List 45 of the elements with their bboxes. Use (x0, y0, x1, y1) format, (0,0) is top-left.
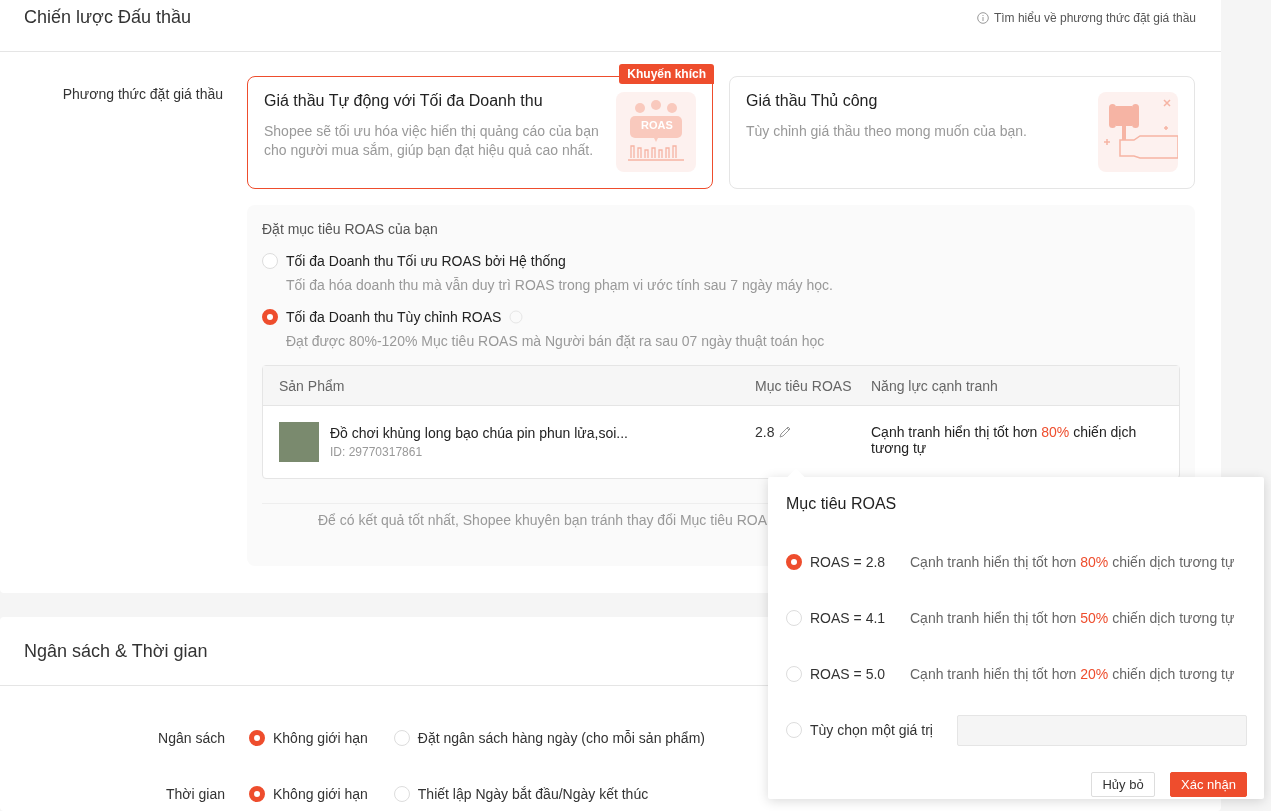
bid-method-title: Giá thầu Thủ công (746, 92, 879, 110)
option-description: Đạt được 80%-120% Mục tiêu ROAS mà Người bán đặt ra sau 07 ngày thuật toán học (286, 333, 826, 349)
option-label: ROAS = 5.0 (810, 666, 887, 682)
competitiveness-text: Cạnh tranh hiển thị tốt hơn 50% chiến dịch tương tự (910, 610, 1235, 626)
panel-title: Đặt mục tiêu ROAS của bạn (262, 221, 439, 237)
radio-button[interactable] (786, 554, 802, 570)
section-title: Ngân sách & Thời gian (24, 640, 208, 662)
illustration-text: ROAS (641, 119, 671, 131)
column-header: Sản Phẩm (278, 377, 346, 394)
confirm-button[interactable]: Xác nhận (1170, 772, 1247, 797)
option-description: Tối đa hóa doanh thu mà vẫn duy trì ROAS trong phạm vi ước tính sau 7 ngày máy học. (286, 277, 834, 293)
bid-method-description: Tùy chỉnh giá thầu theo mong muốn của bạn. (746, 122, 1028, 141)
input-field[interactable] (957, 714, 1247, 746)
recommended-badge: Khuyến khích (619, 64, 714, 84)
bid-method-title: Giá thầu Tự động với Tối đa Doanh thu (264, 92, 544, 110)
bid-method-description: Shopee sẽ tối ưu hóa việc hiển thị quảng cáo của bạn cho người mua sắm, giúp bạn đạt hiệu quả cao nhất. (264, 122, 600, 160)
roas-value: 2.8 (755, 424, 775, 440)
cancel-button[interactable]: Hủy bỏ (1091, 772, 1156, 797)
option-label: Tùy chọn một giá trị (810, 722, 934, 738)
option-label: Không giới hạn (273, 730, 368, 746)
column-header: Mục tiêu ROAS (754, 377, 853, 394)
option-label: Không giới hạn (273, 786, 368, 802)
radio-button[interactable] (249, 786, 265, 802)
option-label: Thiết lập Ngày bắt đầu/Ngày kết thúc (417, 786, 649, 802)
photo-placeholder (279, 422, 319, 462)
field-label: Ngân sách (157, 730, 225, 746)
competitiveness-text: Cạnh tranh hiển thị tốt hơn 80% chiến dịch tương tự (910, 554, 1235, 570)
competitiveness-text: Cạnh tranh hiển thị tốt hơn 20% chiến dịch tương tự (910, 666, 1235, 682)
column-header: Năng lực cạnh tranh (871, 377, 999, 394)
competitiveness-text: Cạnh tranh hiển thị tốt hơn 80% chiến dịch tương tự (871, 424, 1138, 456)
help-link[interactable]: Tìm hiểu về phương thức đặt giá thầu (976, 11, 1196, 25)
radio-button[interactable] (262, 309, 278, 325)
pencil-icon[interactable] (778, 425, 793, 439)
product-name: Đồ chơi khủng long bạo chúa pin phun lửa,soi... (330, 425, 628, 441)
info-icon (976, 12, 989, 24)
option-label: Tối đa Doanh thu Tối ưu ROAS bởi Hệ thống (286, 253, 566, 269)
radio-button[interactable] (249, 730, 265, 746)
option-label: Tối đa Doanh thu Tùy chỉnh ROAS (286, 309, 502, 325)
option-label: ROAS = 4.1 (810, 610, 887, 626)
option-label: Đặt ngân sách hàng ngày (cho mỗi sản phẩm) (417, 730, 705, 746)
field-label: Thời gian (165, 786, 225, 802)
section-title: Chiến lược Đấu thầu (24, 7, 191, 28)
option-label: ROAS = 2.8 (810, 554, 887, 570)
field-label: Phương thức đặt giá thầu (61, 85, 223, 104)
product-id: ID: 29770317861 (330, 445, 424, 459)
